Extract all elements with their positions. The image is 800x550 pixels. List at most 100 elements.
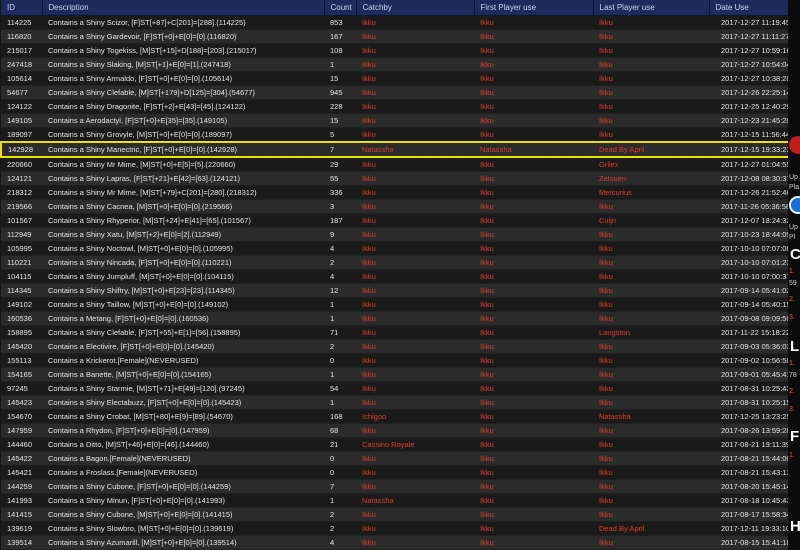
blue-circle-icon[interactable]: [789, 196, 800, 214]
table-row[interactable]: 144259 Contains a Shiny Cubone, [F]ST[+0]…: [1, 479, 788, 494]
table-row[interactable]: 219566 Contains a Shiny Cacnea, [M]ST[+0]…: [1, 199, 788, 214]
table-row[interactable]: 124122 Contains a Shiny Dragonite, [F]ST[…: [1, 99, 788, 114]
cell-count: 15: [324, 113, 356, 128]
table-row[interactable]: 149102 Contains a Shiny Taillow, [M]ST[+0…: [1, 297, 788, 312]
table-row[interactable]: 160536 Contains a Metang, [F]ST[+0]+E[0]=…: [1, 311, 788, 326]
cell-last-player-use: Langston: [593, 325, 709, 340]
table-row[interactable]: 218312 Contains a Shiny Mr Mime, [M]ST[+7…: [1, 185, 788, 200]
red-circle-icon[interactable]: [789, 136, 800, 154]
table-row[interactable]: 155113 Contains a Krickerot.[Female](NEVE…: [1, 353, 788, 368]
cell-last-player-use: Ikku: [593, 353, 709, 368]
table-row[interactable]: 112949 Contains a Shiny Xatu, [M]ST[+2]+E…: [1, 227, 788, 242]
table-row[interactable]: 144460 Contains a Ditto, [M]ST[+46]+E[0]=…: [1, 437, 788, 452]
cell-date-use: 2017-08-20 15:45:14: [709, 479, 788, 494]
table-row[interactable]: 247418 Contains a Shiny Slaking, [M]ST[+1…: [1, 57, 788, 72]
cell-catchby: Ikku: [356, 15, 474, 30]
table-row[interactable]: 97245 Contains a Shiny Starmie, [M]ST[+71…: [1, 381, 788, 396]
cell-last-player-use: Ikku: [593, 241, 709, 256]
table-row[interactable]: 124121 Contains a Shiny Lapras, [F]ST[+21…: [1, 171, 788, 186]
cell-last-player-use: Ikku: [593, 43, 709, 58]
column-header-count[interactable]: Count: [324, 0, 357, 16]
column-header-id[interactable]: ID: [1, 0, 43, 16]
cell-last-player-use: Ikku: [593, 269, 709, 284]
table-row[interactable]: 149105 Contains a Aerodactyl, [F]ST[+0]+E…: [1, 113, 788, 128]
table-row[interactable]: 139514 Contains a Shiny Azumarill, [M]ST[…: [1, 535, 788, 550]
cell-count: 228: [324, 99, 356, 114]
cell-catchby: Ikku: [356, 255, 474, 270]
cell-description: Contains a Shiny Mr Mime, [M]ST[+0]+E[5]…: [42, 157, 324, 172]
table-row[interactable]: 158895 Contains a Shiny Clefable, [F]ST[+…: [1, 325, 788, 340]
cell-id: 110221: [1, 255, 42, 270]
cell-first-player-use: Ikku: [474, 71, 593, 86]
cell-id: 124122: [1, 99, 42, 114]
cell-date-use: 2017-10-23 18:44:09: [709, 227, 788, 242]
cell-catchby: Ikku: [356, 171, 474, 186]
cell-id: 54677: [1, 85, 42, 100]
column-header-last-player-use[interactable]: Last Player use: [593, 0, 710, 16]
cell-id: 160536: [1, 311, 42, 326]
table-row[interactable]: 101567 Contains a Shiny Rhyperior, [M]ST[…: [1, 213, 788, 228]
table-row[interactable]: 145423 Contains a Shiny Electabuzz, [F]ST…: [1, 395, 788, 410]
column-header-description[interactable]: Description: [42, 0, 325, 16]
cell-count: 3: [324, 199, 356, 214]
table-row[interactable]: 154165 Contains a Banette, [M]ST[+0]+E[0]…: [1, 367, 788, 382]
cell-date-use: 2017-09-02 10:56:58: [709, 353, 788, 368]
table-row[interactable]: 215017 Contains a Shiny Togekiss, [M]ST[+…: [1, 43, 788, 58]
table-row[interactable]: 54677 Contains a Shiny Clefable, [M]ST[+1…: [1, 85, 788, 100]
cell-last-player-use: Ikku: [593, 199, 709, 214]
table-row-highlighted[interactable]: 142928 Contains a Shiny Manectric, [F]ST[…: [0, 141, 788, 158]
table-row[interactable]: 189097 Contains a Shiny Grovyle, [M]ST[+0…: [1, 127, 788, 143]
cell-count: 21: [324, 437, 356, 452]
cell-date-use: 2017-09-01 05:45:41: [709, 367, 788, 382]
table-row[interactable]: 154670 Contains a Shiny Crobat, [M]ST[+80…: [1, 409, 788, 424]
table-row[interactable]: 145420 Contains a Electivire, [F]ST[+0]+E…: [1, 339, 788, 354]
cell-date-use: 2017-08-31 10:25:15: [709, 395, 788, 410]
table-row[interactable]: 114225 Contains a Shiny Scizor, [F]ST[+87…: [1, 15, 788, 30]
cell-last-player-use: Ikku: [593, 381, 709, 396]
cell-description: Contains a Bagon.[Female](NEVERUSED): [42, 451, 324, 466]
cell-date-use: 2017-12-15 11:56:44: [709, 127, 788, 143]
column-header-date-use[interactable]: Date Use: [709, 0, 788, 16]
cell-date-use: 2017-12-08 08:30:37: [709, 171, 788, 186]
cell-description: Contains a Shiny Lapras, [F]ST[+21]+E[42…: [42, 171, 324, 186]
cell-last-player-use: Natassha: [593, 409, 709, 424]
cell-id: 105995: [1, 241, 42, 256]
right-sidebar: Up Pla Up Pl C 1. 59 2. 3. L 1. 78 2. 3.…: [788, 0, 800, 550]
table-row[interactable]: 105614 Contains a Shiny Armaldo, [F]ST[+0…: [1, 71, 788, 86]
cell-first-player-use: Ikku: [474, 395, 593, 410]
table-row[interactable]: 141415 Contains a Shiny Cubone, [M]ST[+0]…: [1, 507, 788, 522]
cell-catchby: Ikku: [356, 325, 474, 340]
cell-last-player-use: Ikku: [593, 451, 709, 466]
sidebar-heading: H: [790, 518, 800, 535]
table-row[interactable]: 145422 Contains a Bagon.[Female](NEVERUSE…: [1, 451, 788, 466]
cell-date-use: 2017-11-22 15:18:22: [709, 325, 788, 340]
cell-count: 29: [324, 157, 356, 172]
table-row[interactable]: 141993 Contains a Shiny Minun, [F]ST[+0]+…: [1, 493, 788, 508]
table-row[interactable]: 147959 Contains a Rhydon, [F]ST[+0]+E[0]=…: [1, 423, 788, 438]
column-header-first-player-use[interactable]: First Player use: [474, 0, 594, 16]
cell-count: 1: [324, 311, 356, 326]
cell-description: Contains a Shiny Dragonite, [F]ST[+2]+E[…: [42, 99, 324, 114]
cell-date-use: 2017-12-26 22:25:14: [709, 85, 788, 100]
cell-first-player-use: Ikku: [474, 353, 593, 368]
cell-last-player-use: Ikku: [593, 493, 709, 508]
cell-first-player-use: Ikku: [474, 171, 593, 186]
table-row[interactable]: 145421 Contains a Froslass.[Female](NEVER…: [1, 465, 788, 480]
cell-id: 112949: [1, 227, 42, 242]
cell-last-player-use: Ikku: [593, 297, 709, 312]
column-header-catchby[interactable]: Catchby: [356, 0, 475, 16]
table-header-row: ID Description Count Catchby First Playe…: [1, 0, 788, 16]
cell-id: 149102: [1, 297, 42, 312]
table-row[interactable]: 110221 Contains a Shiny Nincada, [F]ST[+0…: [1, 255, 788, 270]
cell-description: Contains a Shiny Slowbro, [M]ST[+0]+E[0]…: [42, 521, 324, 536]
table-row[interactable]: 220660 Contains a Shiny Mr Mime, [M]ST[+0…: [1, 157, 788, 172]
table-row[interactable]: 139619 Contains a Shiny Slowbro, [M]ST[+0…: [1, 521, 788, 536]
table-row[interactable]: 105995 Contains a Shiny Noctowl, [M]ST[+0…: [1, 241, 788, 256]
cell-date-use: 2017-12-27 11:11:27: [709, 29, 788, 44]
cell-count: 0: [324, 451, 356, 466]
cell-id: 116820: [1, 29, 42, 44]
table-row[interactable]: 104115 Contains a Shiny Jumpluff, [M]ST[+…: [1, 269, 788, 284]
table-row[interactable]: 114345 Contains a Shiny Shiftry, [M]ST[+0…: [1, 283, 788, 298]
table-row[interactable]: 116820 Contains a Shiny Gardevoir, [F]ST[…: [1, 29, 788, 44]
cell-first-player-use: Ikku: [474, 57, 593, 72]
